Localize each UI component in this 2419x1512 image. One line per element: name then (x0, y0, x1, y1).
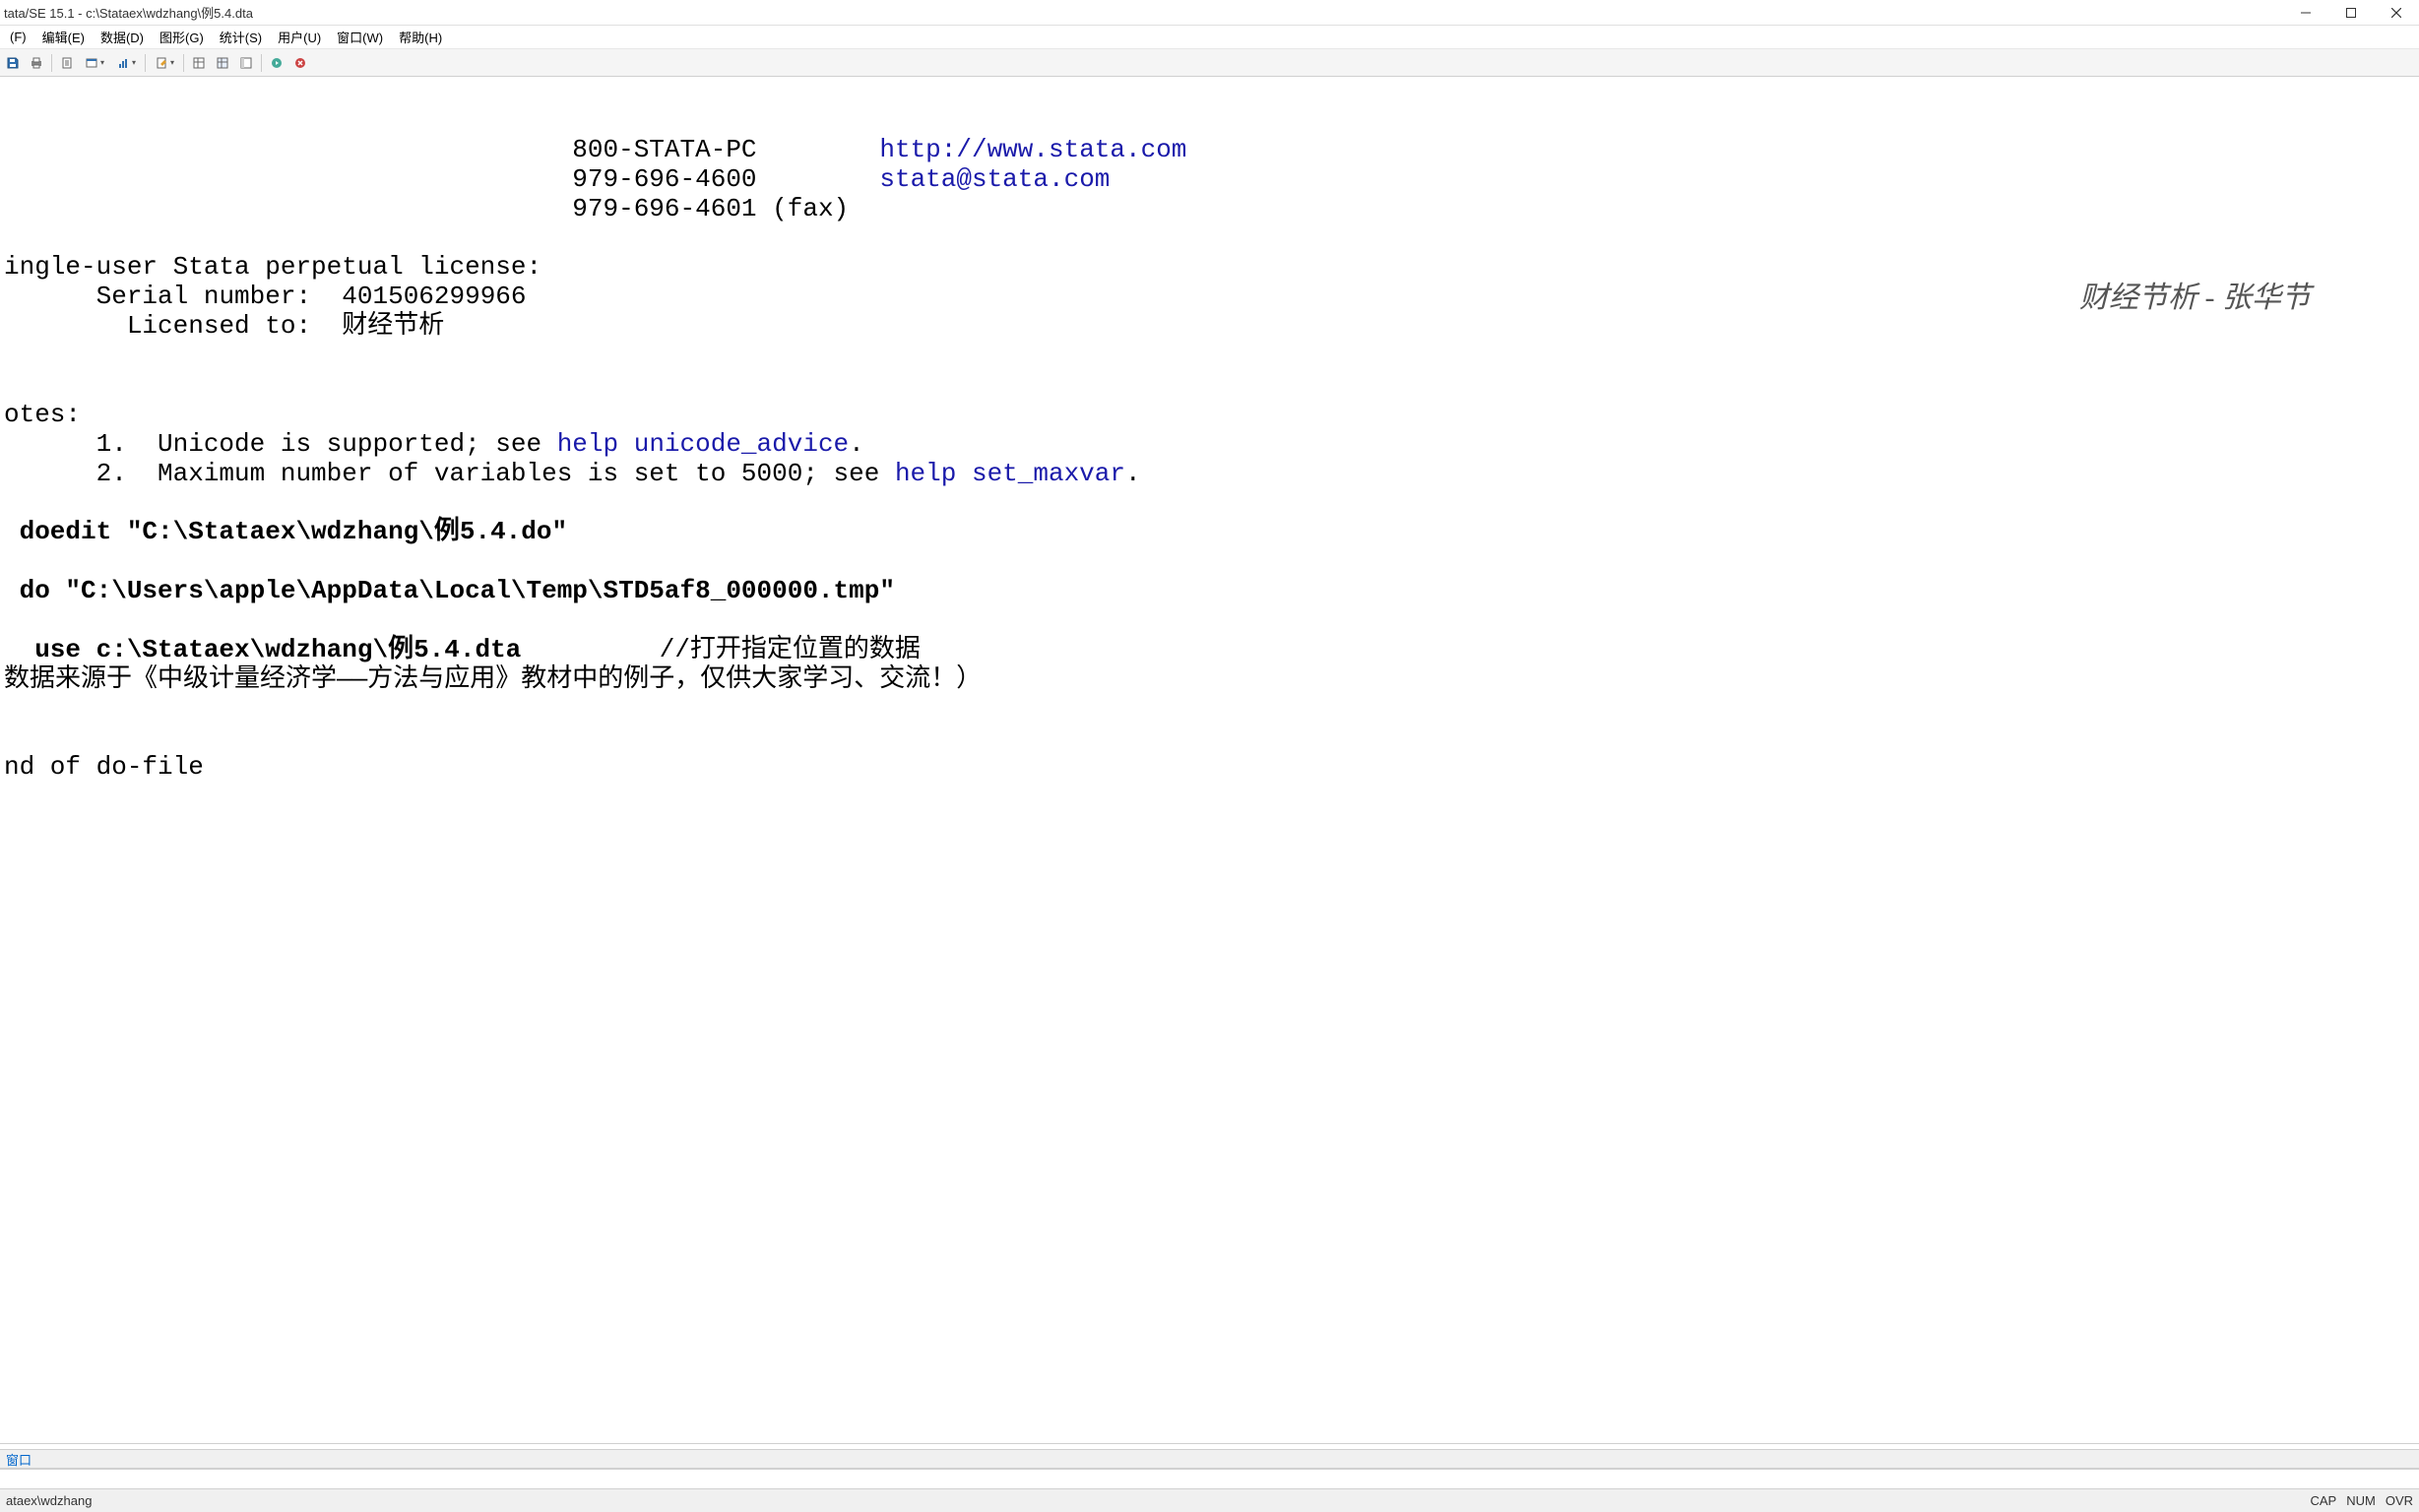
serial-label: Serial number: (96, 282, 311, 311)
window-title: tata/SE 15.1 - c:\Stataex\wdzhang\例5.4.d… (4, 3, 253, 22)
cmd-do: do "C:\Users\apple\AppData\Local\Temp\ST… (4, 576, 895, 605)
menu-graphics[interactable]: 图形(G) (152, 26, 212, 48)
set-maxvar-link[interactable]: help set_maxvar (895, 459, 1125, 488)
watermark: 财经节析 - 张华节 (2079, 282, 2311, 316)
licensed-value: 财经节析 (342, 311, 444, 341)
results-viewer[interactable]: 财经节析 - 张华节 800-STATA-PC http://www.stata… (0, 77, 2419, 1443)
close-button[interactable] (2374, 0, 2419, 25)
cmd-use-comment: //打开指定位置的数据 (660, 635, 921, 664)
window-controls (2283, 0, 2419, 25)
maximize-button[interactable] (2328, 0, 2374, 25)
stata-url-link[interactable]: http://www.stata.com (879, 135, 1186, 164)
menu-user[interactable]: 用户(U) (270, 26, 329, 48)
status-path: ataex\wdzhang (6, 1493, 92, 1508)
graph-icon[interactable]: ▾ (111, 52, 141, 74)
variables-manager-icon[interactable] (235, 52, 257, 74)
phone2: 979-696-4600 (572, 164, 756, 194)
command-input[interactable] (0, 1469, 2419, 1488)
do-file-editor-icon[interactable]: ▾ (150, 52, 179, 74)
print-icon[interactable] (26, 52, 47, 74)
source-note: 数据来源于《中级计量经济学——方法与应用》教材中的例子，仅供大家学习、交流！） (4, 664, 982, 694)
status-indicators: CAP NUM OVR (2310, 1493, 2413, 1508)
chevron-down-icon: ▾ (100, 58, 104, 67)
license-line: ingle-user Stata perpetual license: (4, 252, 541, 282)
end-of-dofile: nd of do-file (4, 752, 204, 782)
menu-edit[interactable]: 编辑(E) (34, 26, 93, 48)
phone3: 979-696-4601 (fax) (572, 194, 849, 223)
cmd-doedit: doedit "C:\Stataex\wdzhang\例5.4.do" (4, 517, 567, 546)
log-icon[interactable] (56, 52, 78, 74)
serial-value: 401506299966 (342, 282, 526, 311)
phone1: 800-STATA-PC (572, 135, 756, 164)
title-bar: tata/SE 15.1 - c:\Stataex\wdzhang\例5.4.d… (0, 0, 2419, 26)
minimize-button[interactable] (2283, 0, 2328, 25)
toolbar-separator (183, 54, 184, 72)
chevron-down-icon: ▾ (132, 58, 136, 67)
status-cap: CAP (2310, 1493, 2336, 1508)
data-editor-browse-icon[interactable] (212, 52, 233, 74)
command-panel-header[interactable]: 窗口 (0, 1449, 2419, 1469)
status-num: NUM (2346, 1493, 2376, 1508)
licensed-label: Licensed to: (127, 311, 311, 341)
note1: 1. Unicode is supported; see (4, 429, 557, 459)
menu-statistics[interactable]: 统计(S) (212, 26, 270, 48)
cmd-use: use c:\Stataex\wdzhang\例5.4.dta (4, 635, 660, 664)
menu-data[interactable]: 数据(D) (93, 26, 152, 48)
menu-window[interactable]: 窗口(W) (329, 26, 391, 48)
menu-help[interactable]: 帮助(H) (391, 26, 450, 48)
unicode-advice-link[interactable]: help unicode_advice (557, 429, 849, 459)
break-icon[interactable] (289, 52, 311, 74)
toolbar-separator (261, 54, 262, 72)
stata-email-link[interactable]: stata@stata.com (879, 164, 1110, 194)
results-text (4, 135, 572, 164)
notes-label: otes: (4, 400, 81, 429)
note2: 2. Maximum number of variables is set to… (4, 459, 895, 488)
chevron-down-icon: ▾ (170, 58, 174, 67)
viewer-icon[interactable]: ▾ (80, 52, 109, 74)
toolbar-separator (51, 54, 52, 72)
menu-bar: (F) 编辑(E) 数据(D) 图形(G) 统计(S) 用户(U) 窗口(W) … (0, 26, 2419, 49)
status-bar: ataex\wdzhang CAP NUM OVR (0, 1488, 2419, 1512)
menu-file[interactable]: (F) (2, 28, 34, 46)
command-panel-label: 窗口 (6, 1450, 32, 1469)
status-ovr: OVR (2386, 1493, 2413, 1508)
toolbar: ▾ ▾ ▾ (0, 49, 2419, 77)
toolbar-separator (145, 54, 146, 72)
data-editor-edit-icon[interactable] (188, 52, 210, 74)
continue-icon[interactable] (266, 52, 287, 74)
save-icon[interactable] (2, 52, 24, 74)
